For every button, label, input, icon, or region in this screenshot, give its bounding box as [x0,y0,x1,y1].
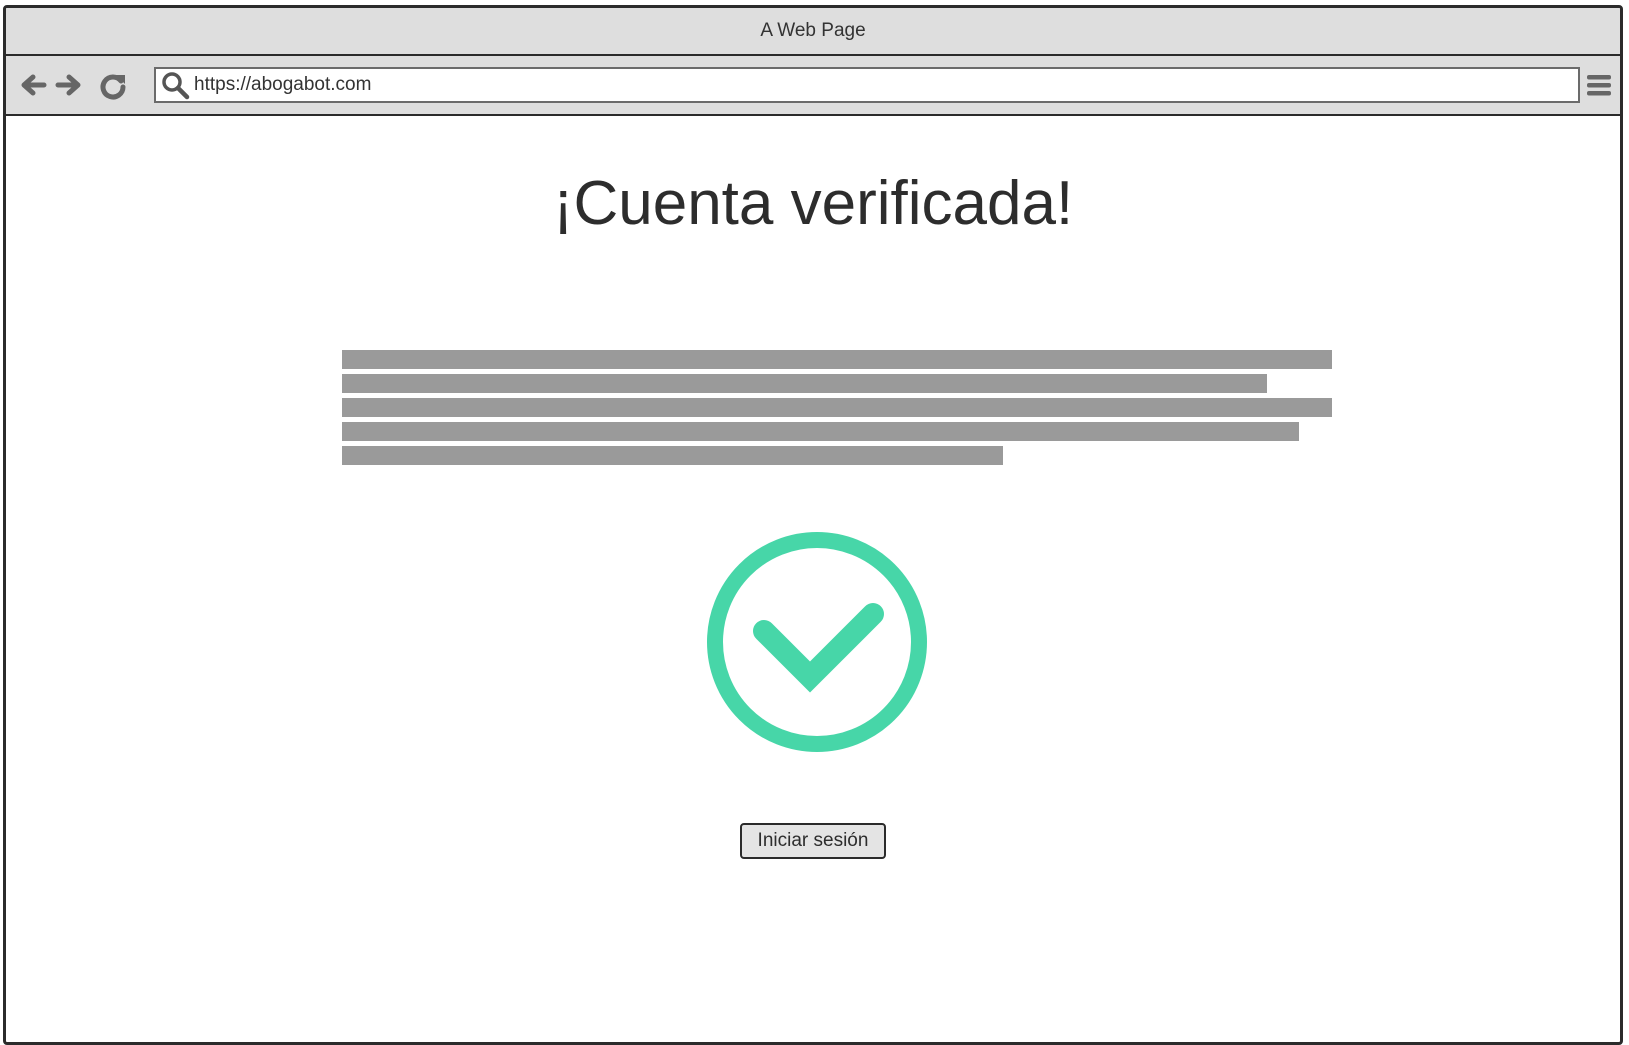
forward-arrow-icon[interactable] [54,70,84,100]
refresh-icon[interactable] [98,70,128,100]
text-placeholder-block [342,350,1332,470]
text-placeholder-line [342,374,1267,393]
checkmark-circle-icon [706,531,928,753]
text-placeholder-line [342,350,1332,369]
text-placeholder-line [342,422,1300,441]
search-icon [160,70,190,100]
window-titlebar: A Web Page [6,8,1620,56]
login-button[interactable]: Iniciar sesión [740,823,886,859]
page-title: ¡Cuenta verificada! [552,169,1074,238]
url-text[interactable]: https://abogabot.com [194,74,371,96]
address-bar[interactable]: https://abogabot.com [154,67,1580,103]
window-title: A Web Page [760,20,866,41]
text-placeholder-line [342,446,1004,465]
back-arrow-icon[interactable] [18,70,48,100]
browser-window: A Web Page https://abogabot.com ¡Cuenta … [3,5,1623,1045]
browser-toolbar: https://abogabot.com [6,56,1620,116]
text-placeholder-line [342,398,1332,417]
menu-icon[interactable] [1584,70,1614,100]
